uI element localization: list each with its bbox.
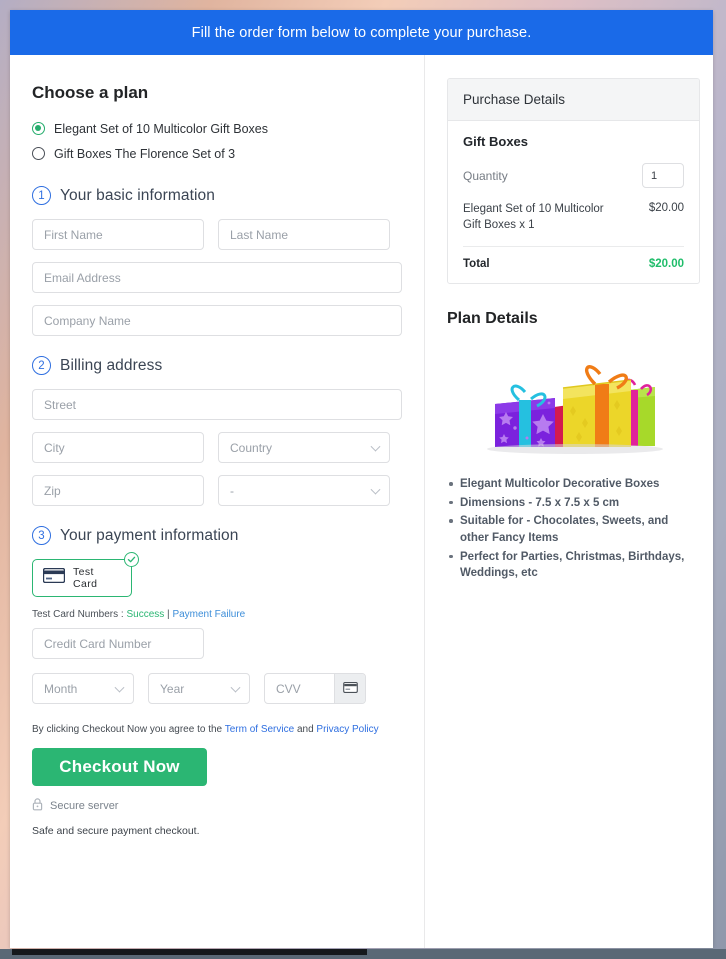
first-name-input[interactable]: First Name	[32, 219, 204, 250]
line-item-description: Elegant Set of 10 Multicolor Gift Boxes …	[463, 203, 604, 231]
step-2-number: 2	[32, 356, 51, 375]
plan-details-bullets: Elegant Multicolor Decorative Boxes Dime…	[447, 476, 700, 582]
country-select-value: Country	[230, 440, 273, 455]
payment-method-test-card[interactable]: Test Card	[32, 552, 139, 597]
choose-plan-heading: Choose a plan	[32, 83, 149, 102]
summary-column: Purchase Details Gift Boxes Quantity 1 E…	[425, 55, 713, 948]
expiry-year-select[interactable]: Year	[148, 673, 250, 704]
total-row: Total $20.00	[463, 247, 684, 270]
check-circle-icon	[124, 552, 139, 567]
step-3-header: 3 Your payment information	[32, 526, 402, 545]
test-numbers-prefix: Test Card Numbers :	[32, 609, 127, 620]
order-form-page: Fill the order form below to complete yo…	[10, 10, 713, 948]
credit-card-number-input[interactable]: Credit Card Number	[32, 628, 204, 659]
cvv-help-button[interactable]	[334, 674, 365, 703]
step-3-number: 3	[32, 526, 51, 545]
secure-server-note: Secure server	[32, 798, 402, 814]
banner-text: Fill the order form below to complete yo…	[191, 24, 532, 41]
list-item: Suitable for - Chocolates, Sweets, and o…	[447, 513, 700, 546]
country-select[interactable]: Country	[218, 432, 390, 463]
purchase-details-card: Purchase Details Gift Boxes Quantity 1 E…	[447, 78, 700, 285]
quantity-input[interactable]: 1	[642, 163, 684, 188]
test-card-numbers-line: Test Card Numbers : Success | Payment Fa…	[32, 609, 402, 620]
list-item: Elegant Multicolor Decorative Boxes	[447, 476, 700, 493]
page-banner: Fill the order form below to complete yo…	[10, 10, 713, 55]
expiry-month-select[interactable]: Month	[32, 673, 134, 704]
browser-bottom-bar-accent	[12, 949, 367, 955]
street-input[interactable]: Street	[32, 389, 402, 420]
expiry-year-value: Year	[160, 681, 185, 696]
chevron-down-icon	[370, 484, 381, 495]
radio-icon-plan-2[interactable]	[32, 147, 45, 160]
terms-of-service-link[interactable]: Term of Service	[225, 724, 294, 735]
chevron-down-icon	[230, 682, 241, 693]
secure-server-label: Secure server	[50, 800, 119, 812]
quantity-row: Quantity 1	[463, 163, 684, 188]
plan-option-1-label: Elegant Set of 10 Multicolor Gift Boxes	[54, 121, 268, 136]
state-select[interactable]: -	[218, 475, 390, 506]
link-payment-failure[interactable]: Payment Failure	[172, 609, 245, 620]
plan-option-2[interactable]: Gift Boxes The Florence Set of 3	[32, 141, 402, 166]
total-amount: $20.00	[648, 258, 684, 271]
expiry-month-value: Month	[44, 681, 78, 696]
page-columns: Choose a plan Elegant Set of 10 Multicol…	[10, 55, 713, 948]
zip-state-row: Zip -	[32, 475, 402, 506]
street-row: Street	[32, 389, 402, 420]
chevron-down-icon	[370, 441, 381, 452]
company-name-input[interactable]: Company Name	[32, 305, 402, 336]
list-item: Perfect for Parties, Christmas, Birthday…	[447, 549, 700, 582]
payment-method-label: Test Card	[73, 566, 98, 590]
step-3-title: Your payment information	[60, 526, 239, 544]
state-select-value: -	[230, 483, 234, 498]
purchase-details-body: Gift Boxes Quantity 1 Elegant Set of 10 …	[448, 121, 699, 283]
quantity-label: Quantity	[463, 168, 508, 183]
cvv-field-group: CVV	[264, 673, 366, 704]
step-2-title: Billing address	[60, 356, 163, 374]
radio-icon-plan-1[interactable]	[32, 122, 45, 135]
total-label: Total	[463, 258, 490, 271]
list-item: Dimensions - 7.5 x 7.5 x 5 cm	[447, 495, 700, 512]
city-country-row: City Country	[32, 432, 402, 463]
privacy-policy-link[interactable]: Privacy Policy	[316, 724, 378, 735]
email-row: Email Address	[32, 262, 402, 293]
purchase-item-group: Gift Boxes	[463, 134, 529, 149]
zip-input[interactable]: Zip	[32, 475, 204, 506]
company-row: Company Name	[32, 305, 402, 336]
terms-prefix: By clicking Checkout Now you agree to th…	[32, 724, 225, 735]
order-form-column: Choose a plan Elegant Set of 10 Multicol…	[10, 55, 425, 948]
card-number-row: Credit Card Number	[32, 628, 402, 659]
line-item-row: Elegant Set of 10 Multicolor Gift Boxes …	[463, 202, 684, 248]
city-input[interactable]: City	[32, 432, 204, 463]
plan-details-heading: Plan Details	[447, 310, 538, 328]
terms-text: By clicking Checkout Now you agree to th…	[32, 724, 402, 735]
purchase-details-header: Purchase Details	[448, 79, 699, 121]
plan-option-1[interactable]: Elegant Set of 10 Multicolor Gift Boxes	[32, 116, 402, 141]
plan-option-2-label: Gift Boxes The Florence Set of 3	[54, 146, 236, 161]
email-input[interactable]: Email Address	[32, 262, 402, 293]
checkout-now-button[interactable]: Checkout Now	[32, 748, 207, 786]
credit-card-icon	[42, 567, 66, 588]
name-row: First Name Last Name	[32, 219, 402, 250]
step-1-title: Your basic information	[60, 186, 215, 204]
lock-icon	[32, 798, 43, 814]
step-2-header: 2 Billing address	[32, 356, 402, 375]
expiry-cvv-row: Month Year CVV	[32, 673, 402, 704]
safe-checkout-note: Safe and secure payment checkout.	[32, 825, 200, 837]
step-1-number: 1	[32, 186, 51, 205]
chevron-down-icon	[114, 682, 125, 693]
link-success[interactable]: Success	[126, 609, 164, 620]
step-1-header: 1 Your basic information	[32, 186, 402, 205]
terms-mid: and	[294, 724, 317, 735]
gift-boxes-illustration	[486, 365, 663, 455]
line-item-amount: $20.00	[648, 202, 684, 214]
last-name-input[interactable]: Last Name	[218, 219, 390, 250]
cvv-input[interactable]: CVV	[265, 674, 334, 703]
credit-card-icon	[342, 680, 358, 698]
